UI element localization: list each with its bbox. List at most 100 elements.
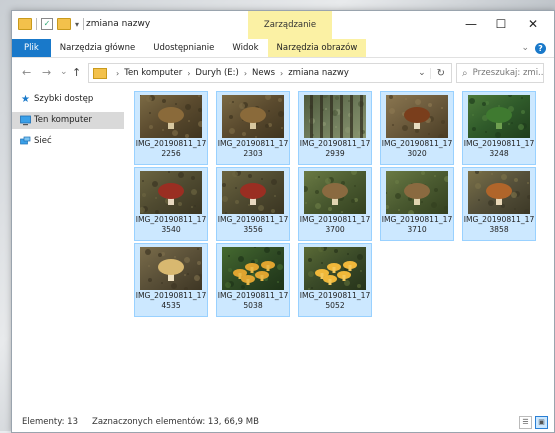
tab-file[interactable]: Plik [12,39,51,57]
folder-icon [18,18,32,30]
address-bar[interactable]: › Ten komputer › Duryh (E:) › News › zmi… [88,63,452,83]
window-title: zmiana nazwy [86,19,151,29]
file-item[interactable]: IMG_20190811_17 5052 [298,243,372,317]
file-name: IMG_20190811_17 2303 [217,139,289,159]
breadcrumb-current-folder[interactable]: zmiana nazwy [288,68,349,78]
status-bar: Elementy: 13 Zaznaczonych elementów: 13,… [12,412,554,432]
chevron-right-icon: › [280,68,284,78]
file-name-line-2: 3248 [489,149,509,158]
recent-locations-icon[interactable]: ⌄ [60,67,68,77]
file-name-line-2: 4535 [161,301,181,310]
file-name-line-1: IMG_20190811_17 [381,139,453,148]
file-list: IMG_20190811_17 2256 IMG_20190811_17 2303 IM… [130,89,548,410]
file-name-line-2: 3540 [161,225,181,234]
image-thumbnail [386,171,448,214]
file-name-line-2: 3556 [243,225,263,234]
file-name-line-2: 3710 [407,225,427,234]
up-arrow-icon[interactable]: ↑ [72,66,81,79]
tab-home[interactable]: Narzędzia główne [51,39,144,57]
properties-icon[interactable]: ✓ [41,18,53,30]
item-count: Elementy: 13 [22,417,78,427]
search-input[interactable]: Przeszukaj: zmi... [473,68,543,78]
file-item[interactable]: IMG_20190811_17 3858 [462,167,536,241]
search-icon: ⌕ [462,67,468,79]
nav-item-quick-access[interactable]: ★ Szybki dostęp [12,91,124,108]
ribbon-collapse-icon[interactable]: ⌄ [521,43,529,53]
nav-item-this-pc[interactable]: Ten komputer [12,112,124,129]
file-name-line-1: IMG_20190811_17 [463,215,535,224]
tab-view[interactable]: Widok [223,39,267,57]
image-thumbnail [304,95,366,138]
file-name-line-1: IMG_20190811_17 [299,215,371,224]
file-item[interactable]: IMG_20190811_17 4535 [134,243,208,317]
chevron-right-icon: › [243,68,248,78]
breadcrumb-drive[interactable]: Duryh (E:) [195,68,238,78]
large-icons-view-icon[interactable]: ▣ [535,416,548,429]
file-name: IMG_20190811_17 3710 [381,215,453,235]
file-name-line-2: 3858 [489,225,509,234]
file-item[interactable]: IMG_20190811_17 2303 [216,91,290,165]
quick-access-toolbar: ✓ ▾ [18,18,85,30]
new-folder-icon[interactable] [57,18,71,30]
file-name: IMG_20190811_17 3020 [381,139,453,159]
breadcrumb-this-pc[interactable]: Ten komputer [124,68,182,78]
file-item[interactable]: IMG_20190811_17 3710 [380,167,454,241]
file-item[interactable]: IMG_20190811_17 5038 [216,243,290,317]
computer-icon [20,115,31,126]
file-item[interactable]: IMG_20190811_17 3248 [462,91,536,165]
image-thumbnail [222,95,284,138]
refresh-icon[interactable]: ↻ [429,67,451,79]
address-dropdown-icon[interactable]: ⌄ [414,68,430,78]
file-name: IMG_20190811_17 3540 [135,215,207,235]
explorer-window: ✓ ▾ zmiana nazwy Zarządzanie — ☐ ✕ Plik … [11,10,555,433]
minimize-button[interactable]: — [456,17,486,31]
file-item[interactable]: IMG_20190811_17 3540 [134,167,208,241]
network-icon [20,136,31,147]
close-button[interactable]: ✕ [518,17,548,31]
back-arrow-icon[interactable]: ← [22,66,31,79]
maximize-button[interactable]: ☐ [486,17,516,31]
file-name-line-1: IMG_20190811_17 [463,139,535,148]
image-thumbnail [304,247,366,290]
file-name-line-1: IMG_20190811_17 [135,139,207,148]
navigation-pane: ★ Szybki dostęp Ten komputer Sieć [12,91,124,410]
tab-share[interactable]: Udostępnianie [144,39,223,57]
image-thumbnail [140,95,202,138]
file-item[interactable]: IMG_20190811_17 3020 [380,91,454,165]
image-thumbnail [386,95,448,138]
chevron-right-icon: › [116,68,120,78]
file-name: IMG_20190811_17 4535 [135,291,207,311]
file-name-line-1: IMG_20190811_17 [299,139,371,148]
image-thumbnail [140,247,202,290]
nav-item-network[interactable]: Sieć [12,133,124,150]
nav-item-label: Ten komputer [34,115,93,125]
details-view-icon[interactable]: ☰ [519,416,532,429]
customize-toolbar-icon[interactable]: ▾ [75,20,79,29]
file-item[interactable]: IMG_20190811_17 3556 [216,167,290,241]
file-name-line-1: IMG_20190811_17 [217,139,289,148]
file-name: IMG_20190811_17 3556 [217,215,289,235]
file-name-line-1: IMG_20190811_17 [217,291,289,300]
forward-arrow-icon[interactable]: → [42,66,51,79]
breadcrumb-news[interactable]: News [252,68,275,78]
toolbar-separator [83,18,85,30]
selection-info: Zaznaczonych elementów: 13, 66,9 MB [92,417,259,427]
file-item[interactable]: IMG_20190811_17 2939 [298,91,372,165]
star-icon: ★ [21,94,30,105]
file-name: IMG_20190811_17 2256 [135,139,207,159]
context-tab-header-label: Zarządzanie [263,20,317,30]
file-name: IMG_20190811_17 2939 [299,139,371,159]
file-item[interactable]: IMG_20190811_17 2256 [134,91,208,165]
file-name-line-1: IMG_20190811_17 [135,291,207,300]
file-item[interactable]: IMG_20190811_17 3700 [298,167,372,241]
help-icon[interactable]: ? [535,42,546,54]
navigation-bar: ← → ⌄ ↑ › Ten komputer › Duryh (E:) › Ne… [12,61,554,85]
chevron-right-icon: › [187,68,191,78]
image-thumbnail [222,247,284,290]
image-thumbnail [140,171,202,214]
search-box[interactable]: ⌕ Przeszukaj: zmi... [456,63,544,83]
tab-picture-tools[interactable]: Narzędzia obrazów [267,39,367,57]
title-bar: ✓ ▾ zmiana nazwy Zarządzanie — ☐ ✕ [12,11,554,39]
image-thumbnail [468,95,530,138]
file-name-line-1: IMG_20190811_17 [217,215,289,224]
